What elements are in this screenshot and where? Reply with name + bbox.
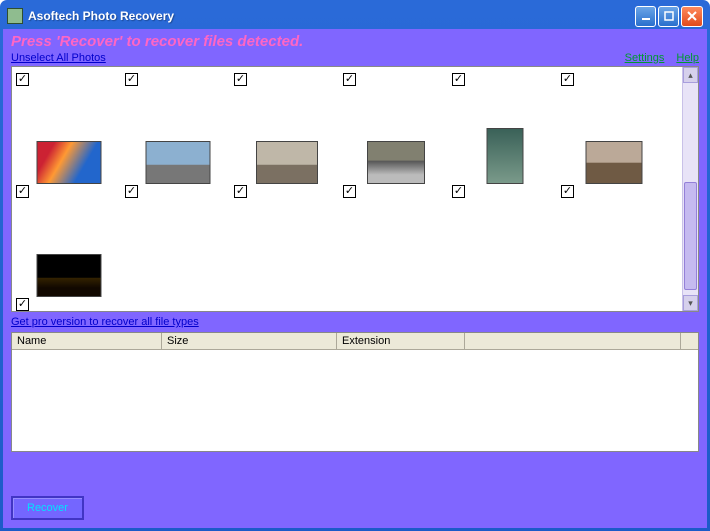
minimize-button[interactable] [635, 6, 656, 27]
photo-checkbox[interactable]: ✓ [343, 73, 356, 86]
thumb-cell[interactable]: ✓ [559, 87, 668, 200]
photo-checkbox[interactable]: ✓ [125, 73, 138, 86]
details-header: NameSizeExtension [12, 333, 698, 350]
app-icon [7, 8, 23, 24]
column-header[interactable] [465, 333, 681, 349]
photo-thumbnail[interactable] [36, 254, 101, 297]
pro-version-link[interactable]: Get pro version to recover all file type… [11, 316, 199, 328]
photo-thumbnail[interactable] [367, 141, 425, 184]
photo-checkbox[interactable]: ✓ [16, 73, 29, 86]
column-header[interactable]: Extension [337, 333, 465, 349]
photo-checkbox[interactable]: ✓ [16, 298, 29, 311]
titlebar[interactable]: Asoftech Photo Recovery [3, 3, 707, 29]
photo-checkbox[interactable]: ✓ [125, 185, 138, 198]
thumb-cell: ✓ [450, 71, 559, 87]
help-link[interactable]: Help [676, 52, 699, 64]
client-area: Press 'Recover' to recover files detecte… [3, 29, 707, 528]
window-title: Asoftech Photo Recovery [28, 9, 633, 23]
top-check-row: ✓ ✓ ✓ ✓ ✓ ✓ [14, 71, 680, 87]
bottom-bar: Recover [3, 488, 707, 528]
photo-thumbnail[interactable] [145, 141, 210, 184]
pro-version-bar: Get pro version to recover all file type… [3, 312, 707, 332]
photo-checkbox[interactable]: ✓ [16, 185, 29, 198]
thumb-cell: ✓ [341, 71, 450, 87]
photo-checkbox[interactable]: ✓ [343, 185, 356, 198]
scroll-thumb[interactable] [684, 182, 697, 290]
photo-grid: ✓ ✓ ✓ ✓ ✓ ✓ ✓ ✓ ✓ ✓ ✓ ✓ ✓ [12, 67, 682, 311]
recover-button[interactable]: Recover [11, 496, 84, 520]
photo-thumbnail[interactable] [256, 141, 318, 184]
photo-thumbnail[interactable] [486, 128, 523, 184]
photo-checkbox[interactable]: ✓ [234, 73, 247, 86]
thumb-cell[interactable]: ✓ [232, 87, 341, 200]
unselect-all-link[interactable]: Unselect All Photos [11, 52, 106, 64]
scroll-track[interactable] [683, 83, 698, 295]
photo-checkbox[interactable]: ✓ [561, 185, 574, 198]
thumb-cell[interactable]: ✓ [341, 87, 450, 200]
photo-thumbnail[interactable] [585, 141, 642, 184]
maximize-button[interactable] [658, 6, 679, 27]
column-header[interactable]: Size [162, 333, 337, 349]
photo-checkbox[interactable]: ✓ [452, 185, 465, 198]
thumb-cell: ✓ [123, 71, 232, 87]
settings-link[interactable]: Settings [625, 52, 665, 64]
instruction-text: Press 'Recover' to recover files detecte… [3, 29, 707, 52]
vertical-scrollbar[interactable]: ▴ ▾ [682, 67, 698, 311]
app-window: Asoftech Photo Recovery Press 'Recover' … [0, 0, 710, 531]
thumb-cell[interactable]: ✓ [14, 200, 123, 311]
scroll-up-button[interactable]: ▴ [683, 67, 698, 83]
thumb-row: ✓ [14, 200, 680, 311]
photo-checkbox[interactable]: ✓ [452, 73, 465, 86]
thumb-row: ✓ ✓ ✓ ✓ ✓ ✓ [14, 87, 680, 200]
thumb-cell[interactable]: ✓ [14, 87, 123, 200]
thumb-cell: ✓ [14, 71, 123, 87]
scroll-down-button[interactable]: ▾ [683, 295, 698, 311]
photo-grid-panel: ✓ ✓ ✓ ✓ ✓ ✓ ✓ ✓ ✓ ✓ ✓ ✓ ✓ ▴ ▾ [11, 66, 699, 312]
thumb-cell[interactable]: ✓ [123, 87, 232, 200]
photo-checkbox[interactable]: ✓ [234, 185, 247, 198]
top-links-bar: Unselect All Photos Settings Help [3, 52, 707, 66]
thumb-cell[interactable]: ✓ [450, 87, 559, 200]
column-header[interactable]: Name [12, 333, 162, 349]
details-body [12, 350, 698, 451]
photo-checkbox[interactable]: ✓ [561, 73, 574, 86]
details-list: NameSizeExtension [11, 332, 699, 452]
thumb-cell: ✓ [559, 71, 668, 87]
close-button[interactable] [681, 6, 703, 27]
photo-thumbnail[interactable] [36, 141, 101, 184]
thumb-cell: ✓ [232, 71, 341, 87]
